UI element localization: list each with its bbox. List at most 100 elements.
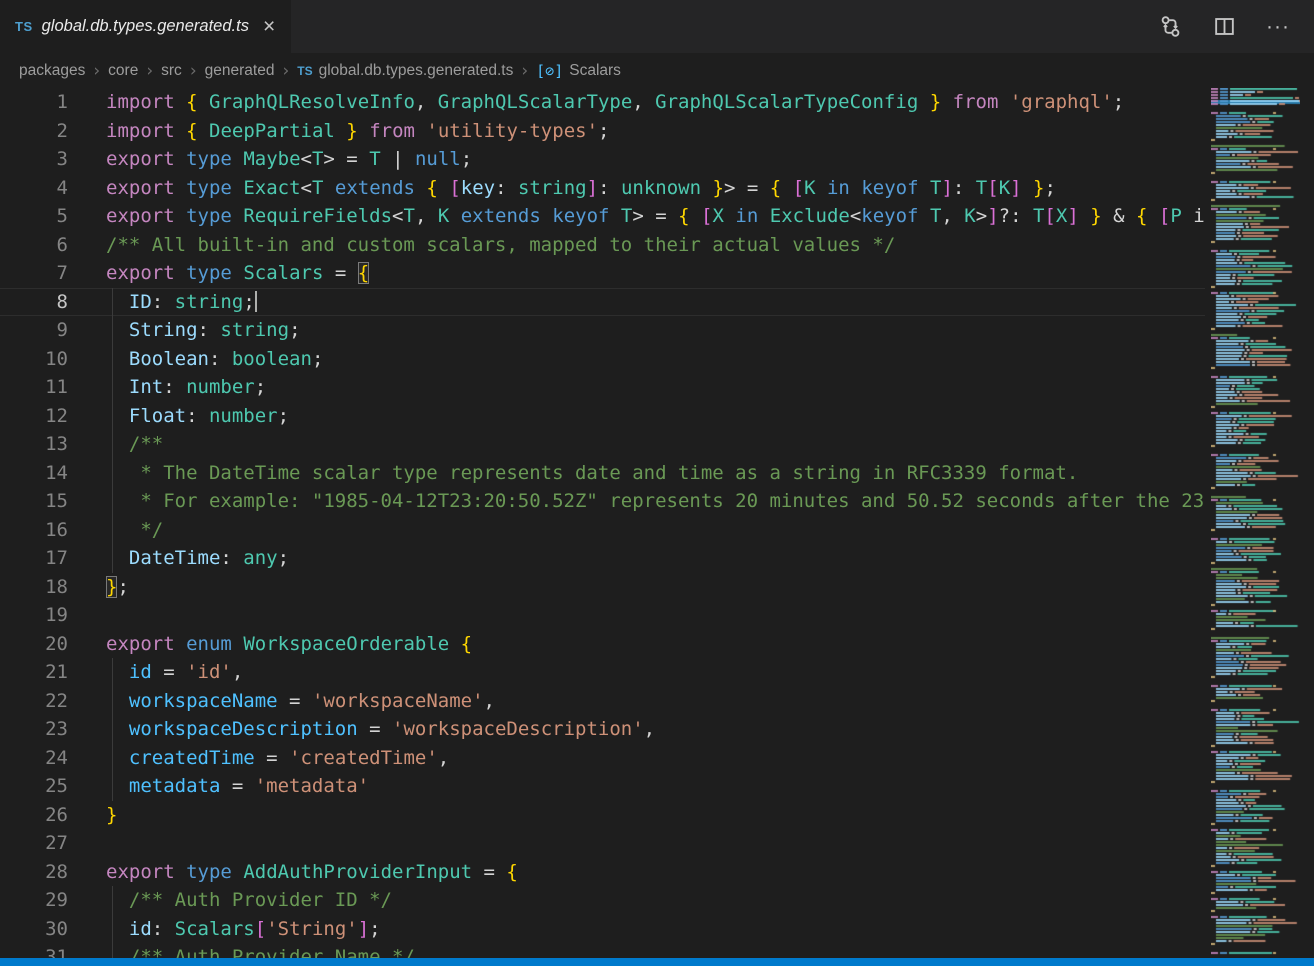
code-line[interactable]: 1import { GraphQLResolveInfo, GraphQLSca… xyxy=(0,88,1205,117)
line-number: 20 xyxy=(0,630,68,659)
line-number: 18 xyxy=(0,573,68,602)
code-line[interactable]: 27 xyxy=(0,829,1205,858)
typescript-file-icon: TS xyxy=(297,64,312,78)
line-content: export enum WorkspaceOrderable { xyxy=(106,630,472,659)
more-actions-icon[interactable]: ··· xyxy=(1266,15,1290,39)
breadcrumb-item-core[interactable]: core xyxy=(108,62,138,80)
line-content: export type Maybe<T> = T | null; xyxy=(106,145,472,174)
tab-title: global.db.types.generated.ts xyxy=(42,17,249,36)
close-icon[interactable]: × xyxy=(263,16,275,37)
line-number: 3 xyxy=(0,145,68,174)
line-number: 19 xyxy=(0,601,68,630)
line-number: 12 xyxy=(0,402,68,431)
code-line[interactable]: 28 export type AddAuthProviderInput = { xyxy=(0,858,1205,887)
line-content: * For example: "1985-04-12T23:20:50.52Z"… xyxy=(106,487,1204,516)
breadcrumb-item-file[interactable]: TS global.db.types.generated.ts xyxy=(297,62,513,80)
breadcrumb-item-generated[interactable]: generated xyxy=(205,62,275,80)
code-line[interactable]: 15 * For example: "1985-04-12T23:20:50.5… xyxy=(0,487,1205,516)
line-content: metadata = 'metadata' xyxy=(106,772,369,801)
breadcrumb-item-packages[interactable]: packages xyxy=(19,62,85,80)
line-number: 4 xyxy=(0,174,68,203)
line-number: 16 xyxy=(0,516,68,545)
code-line[interactable]: 11 Int: number; xyxy=(0,373,1205,402)
code-line[interactable]: 21 id = 'id', xyxy=(0,658,1205,687)
line-number: 6 xyxy=(0,231,68,260)
line-number: 31 xyxy=(0,943,68,958)
line-number: 28 xyxy=(0,858,68,887)
line-content: /** All built-in and custom scalars, map… xyxy=(106,231,895,260)
overview-ruler-scrollbar[interactable] xyxy=(1300,88,1314,958)
code-line[interactable]: 4 export type Exact<T extends { [key: str… xyxy=(0,174,1205,203)
minimap[interactable] xyxy=(1211,88,1300,958)
code-line[interactable]: 23 workspaceDescription = 'workspaceDesc… xyxy=(0,715,1205,744)
typescript-file-icon: TS xyxy=(15,19,33,34)
line-content: Float: number; xyxy=(106,402,289,431)
code-line[interactable]: 2 import { DeepPartial } from 'utility-ty… xyxy=(0,117,1205,146)
line-number: 29 xyxy=(0,886,68,915)
open-changes-icon[interactable] xyxy=(1158,15,1182,39)
code-line[interactable]: 3 export type Maybe<T> = T | null; xyxy=(0,145,1205,174)
breadcrumb-item-scalars[interactable]: [⊘] Scalars xyxy=(536,62,621,80)
code-line[interactable]: 9 String: string; xyxy=(0,316,1205,345)
code-line[interactable]: 5 export type RequireFields<T, K extends … xyxy=(0,202,1205,231)
line-number: 2 xyxy=(0,117,68,146)
editor-actions: ··· xyxy=(1158,0,1314,53)
line-number: 21 xyxy=(0,658,68,687)
line-number: 7 xyxy=(0,259,68,288)
line-content: /** xyxy=(106,430,163,459)
line-content: */ xyxy=(106,516,163,545)
code-line[interactable]: 6 /** All built-in and custom scalars, ma… xyxy=(0,231,1205,260)
code-line[interactable]: 8 ID: string; xyxy=(0,288,1205,317)
line-content: * The DateTime scalar type represents da… xyxy=(106,459,1078,488)
line-content: DateTime: any; xyxy=(106,544,289,573)
line-content: import { DeepPartial } from 'utility-typ… xyxy=(106,117,609,146)
code-line[interactable]: 13 /** xyxy=(0,430,1205,459)
line-number: 5 xyxy=(0,202,68,231)
code-line[interactable]: 18}; xyxy=(0,573,1205,602)
breadcrumb-item-src[interactable]: src xyxy=(161,62,182,80)
code-lines: 1import { GraphQLResolveInfo, GraphQLSca… xyxy=(0,88,1205,958)
tab-global-db-types[interactable]: TS global.db.types.generated.ts × xyxy=(0,0,291,53)
code-line[interactable]: 16 */ xyxy=(0,516,1205,545)
code-line[interactable]: 12 Float: number; xyxy=(0,402,1205,431)
line-number: 23 xyxy=(0,715,68,744)
split-editor-icon[interactable] xyxy=(1212,15,1236,39)
line-number: 11 xyxy=(0,373,68,402)
breadcrumb-separator: › xyxy=(93,61,100,81)
line-number: 30 xyxy=(0,915,68,944)
line-content: } xyxy=(106,801,117,830)
line-number: 14 xyxy=(0,459,68,488)
code-line[interactable]: 29 /** Auth Provider ID */ xyxy=(0,886,1205,915)
code-line[interactable]: 10 Boolean: boolean; xyxy=(0,345,1205,374)
line-content: createdTime = 'createdTime', xyxy=(106,744,449,773)
line-content: Boolean: boolean; xyxy=(106,345,323,374)
line-number: 1 xyxy=(0,88,68,117)
line-content: /** Auth Provider ID */ xyxy=(106,886,392,915)
line-content: export type Exact<T extends { [key: stri… xyxy=(106,174,1056,203)
code-line[interactable]: 25 metadata = 'metadata' xyxy=(0,772,1205,801)
line-content: export type AddAuthProviderInput = { xyxy=(106,858,518,887)
line-content: export type Scalars = { xyxy=(106,259,369,288)
code-line[interactable]: 26} xyxy=(0,801,1205,830)
status-bar[interactable] xyxy=(0,958,1314,966)
code-line[interactable]: 19 xyxy=(0,601,1205,630)
vscode-window: TS global.db.types.generated.ts × xyxy=(0,0,1314,966)
code-line[interactable]: 20 export enum WorkspaceOrderable { xyxy=(0,630,1205,659)
code-line[interactable]: 22 workspaceName = 'workspaceName', xyxy=(0,687,1205,716)
code-line[interactable]: 17 DateTime: any; xyxy=(0,544,1205,573)
line-content: workspaceName = 'workspaceName', xyxy=(106,687,495,716)
line-content: id = 'id', xyxy=(106,658,243,687)
code-line[interactable]: 14 * The DateTime scalar type represents… xyxy=(0,459,1205,488)
line-number: 22 xyxy=(0,687,68,716)
code-line[interactable]: 24 createdTime = 'createdTime', xyxy=(0,744,1205,773)
text-cursor xyxy=(255,291,257,312)
code-line[interactable]: 30 id: Scalars['String']; xyxy=(0,915,1205,944)
code-line[interactable]: 31 /** Auth Provider Name */ xyxy=(0,943,1205,958)
code-line[interactable]: 7 export type Scalars = { xyxy=(0,259,1205,288)
line-content: id: Scalars['String']; xyxy=(106,915,381,944)
line-content: Int: number; xyxy=(106,373,266,402)
line-number: 8 xyxy=(0,288,68,317)
line-content: ID: string; xyxy=(106,288,257,317)
line-content: export type RequireFields<T, K extends k… xyxy=(106,202,1205,231)
breadcrumb: packages › core › src › generated › TS g… xyxy=(0,53,1314,88)
